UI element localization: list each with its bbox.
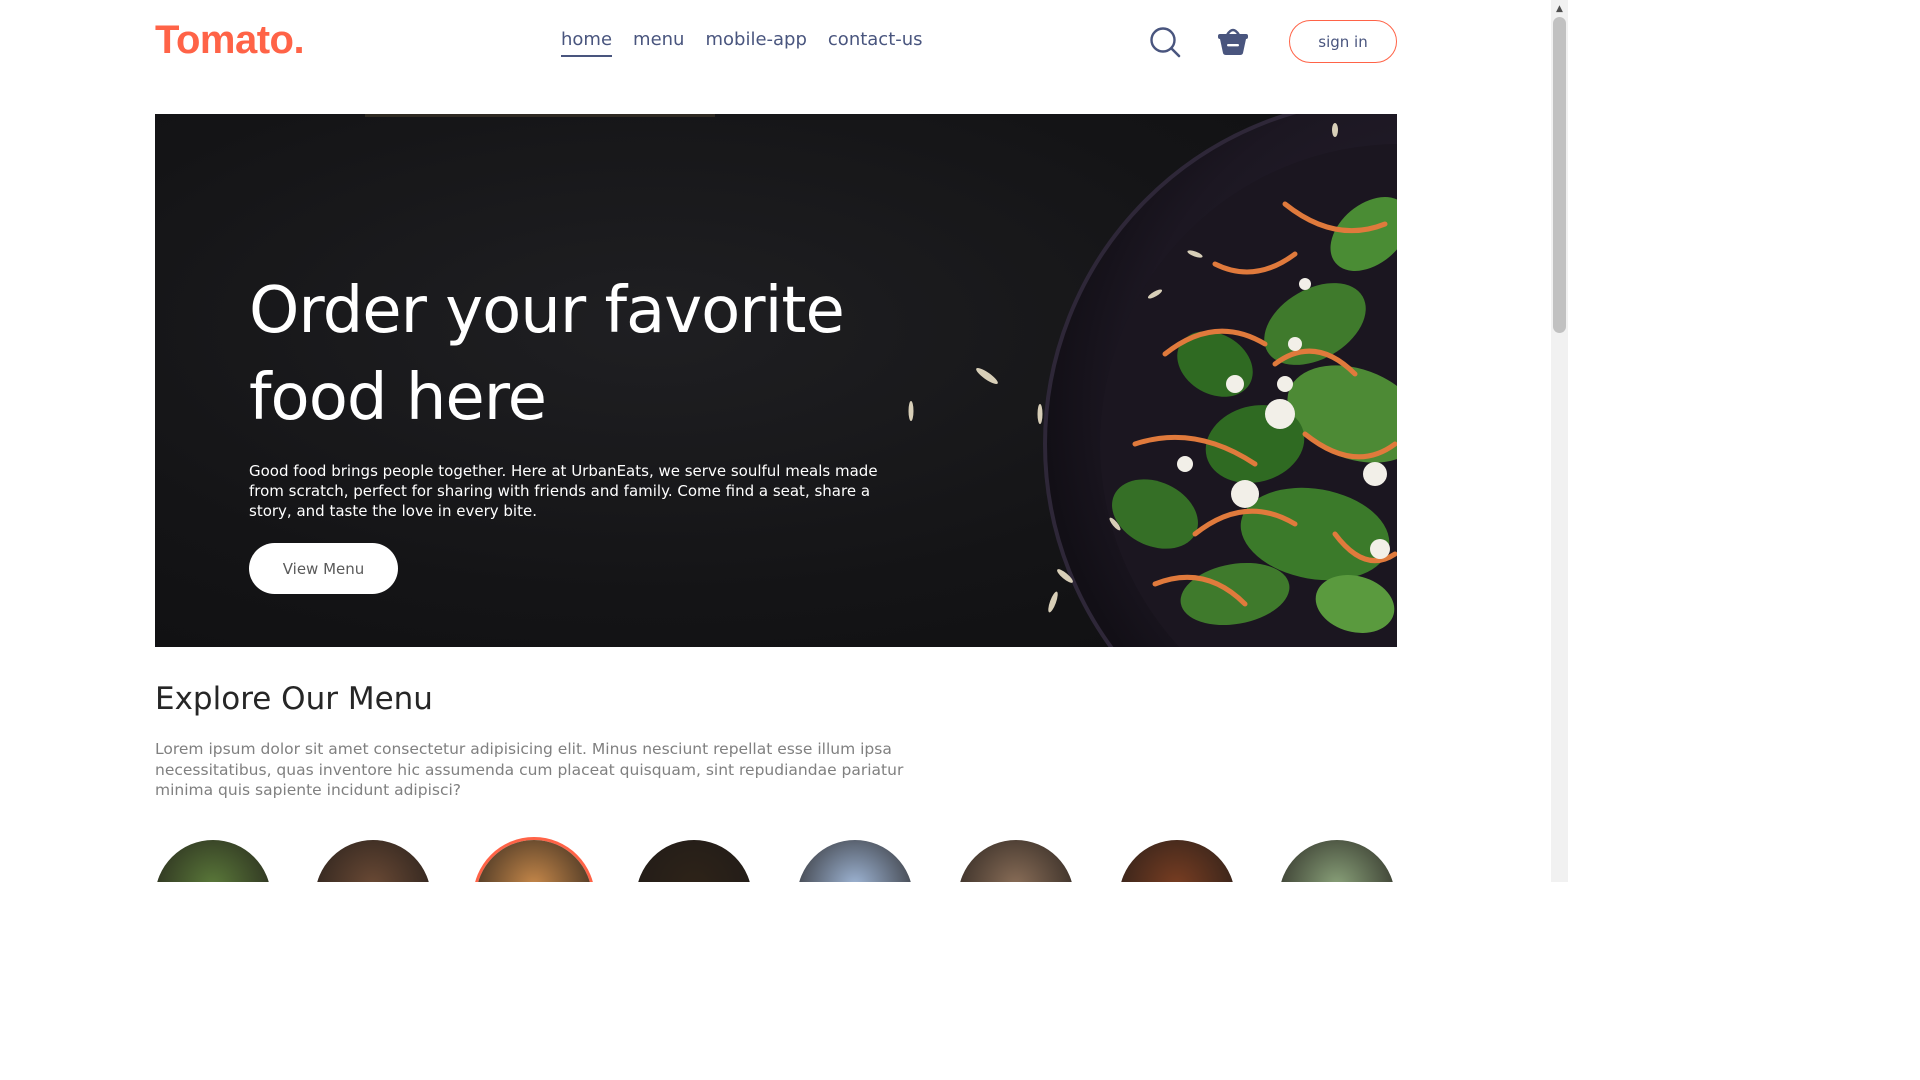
explore-text: Lorem ipsum dolor sit amet consectetur a… xyxy=(155,740,904,799)
nav-home[interactable]: home xyxy=(561,28,613,57)
menu-categories xyxy=(155,840,1397,882)
nav-mobile-app[interactable]: mobile-app xyxy=(705,28,806,57)
menu-item-8[interactable] xyxy=(1279,840,1395,882)
view-menu-button[interactable]: View Menu xyxy=(249,543,398,594)
menu-item-7[interactable] xyxy=(1119,840,1235,882)
search-icon[interactable] xyxy=(1148,25,1182,59)
hero-banner: Order your favorite food here Good food … xyxy=(155,114,1397,647)
hero-top-strip xyxy=(365,114,715,117)
menu-item-1[interactable] xyxy=(155,840,271,882)
menu-item-3[interactable] xyxy=(476,840,592,882)
explore-title: Explore Our Menu xyxy=(155,681,433,717)
menu-item-4[interactable] xyxy=(636,840,752,882)
nav-links: home menu mobile-app contact-us xyxy=(561,28,923,57)
page: Tomato. home menu mobile-app contact-us … xyxy=(0,0,1551,882)
basket-icon[interactable] xyxy=(1216,23,1250,57)
menu-item-5[interactable] xyxy=(797,840,913,882)
logo[interactable]: Tomato. xyxy=(155,18,305,62)
scroll-thumb[interactable] xyxy=(1553,17,1566,333)
nav-contact-us[interactable]: contact-us xyxy=(828,28,923,57)
menu-item-2[interactable] xyxy=(315,840,431,882)
sign-in-button[interactable]: sign in xyxy=(1289,20,1397,63)
hero-title: Order your favorite food here xyxy=(249,274,845,435)
scroll-up-arrow-icon[interactable]: ▲ xyxy=(1551,0,1568,17)
nav-menu[interactable]: menu xyxy=(633,28,684,57)
scrollbar[interactable]: ▲ xyxy=(1551,0,1568,882)
menu-item-6[interactable] xyxy=(958,840,1074,882)
hero-description: Good food brings people together. Here a… xyxy=(249,462,878,520)
